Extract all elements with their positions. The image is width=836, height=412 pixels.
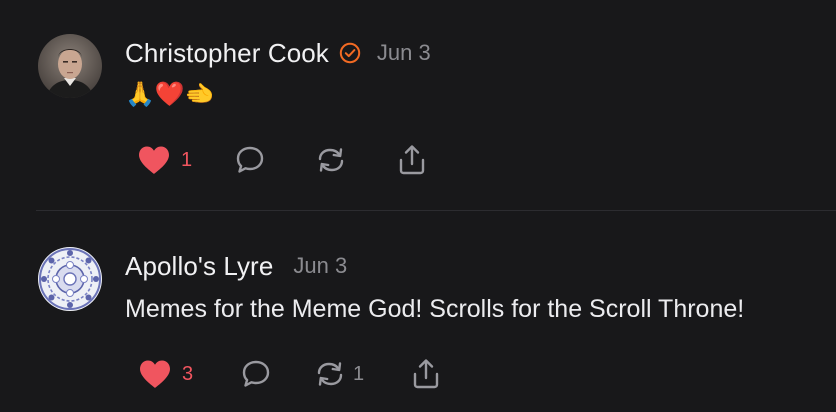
heart-icon: [137, 145, 171, 175]
note-actions: 1: [0, 140, 836, 180]
note-body: Memes for the Meme God! Scrolls for the …: [125, 295, 745, 323]
note-post: Christopher Cook Jun 3 🙏❤️🫲 1: [0, 0, 836, 210]
restack-button[interactable]: 1: [313, 354, 364, 394]
restack-icon: [314, 144, 348, 176]
post-date[interactable]: Jun 3: [293, 253, 347, 279]
share-button[interactable]: [396, 140, 428, 180]
notes-feed: Christopher Cook Jun 3 🙏❤️🫲 1 Apollo's L…: [0, 0, 836, 412]
comment-button[interactable]: [240, 354, 272, 394]
note-post: Apollo's Lyre Jun 3 Memes for the Meme G…: [0, 211, 836, 412]
avatar[interactable]: [38, 34, 102, 98]
avatar[interactable]: [38, 247, 102, 311]
author-name[interactable]: Christopher Cook: [125, 38, 329, 69]
heart-icon: [138, 359, 172, 389]
restack-button[interactable]: [314, 140, 354, 180]
like-count: 1: [181, 148, 193, 171]
share-icon: [410, 357, 442, 391]
note-header: Apollo's Lyre Jun 3: [125, 249, 347, 283]
like-count: 3: [182, 362, 194, 385]
share-icon: [396, 143, 428, 177]
post-date[interactable]: Jun 3: [377, 40, 431, 66]
restack-icon: [313, 358, 347, 390]
comment-icon: [234, 144, 266, 176]
like-button[interactable]: 3: [138, 354, 193, 394]
author-name[interactable]: Apollo's Lyre: [125, 251, 273, 282]
restack-count: 1: [353, 362, 365, 385]
like-button[interactable]: 1: [137, 140, 192, 180]
share-button[interactable]: [410, 354, 442, 394]
note-body: 🙏❤️🫲: [125, 81, 215, 108]
note-actions: 3 1: [0, 354, 836, 394]
comment-button[interactable]: [234, 140, 266, 180]
comment-icon: [240, 358, 272, 390]
verified-badge-icon: [339, 42, 361, 64]
note-header: Christopher Cook Jun 3: [125, 36, 431, 70]
